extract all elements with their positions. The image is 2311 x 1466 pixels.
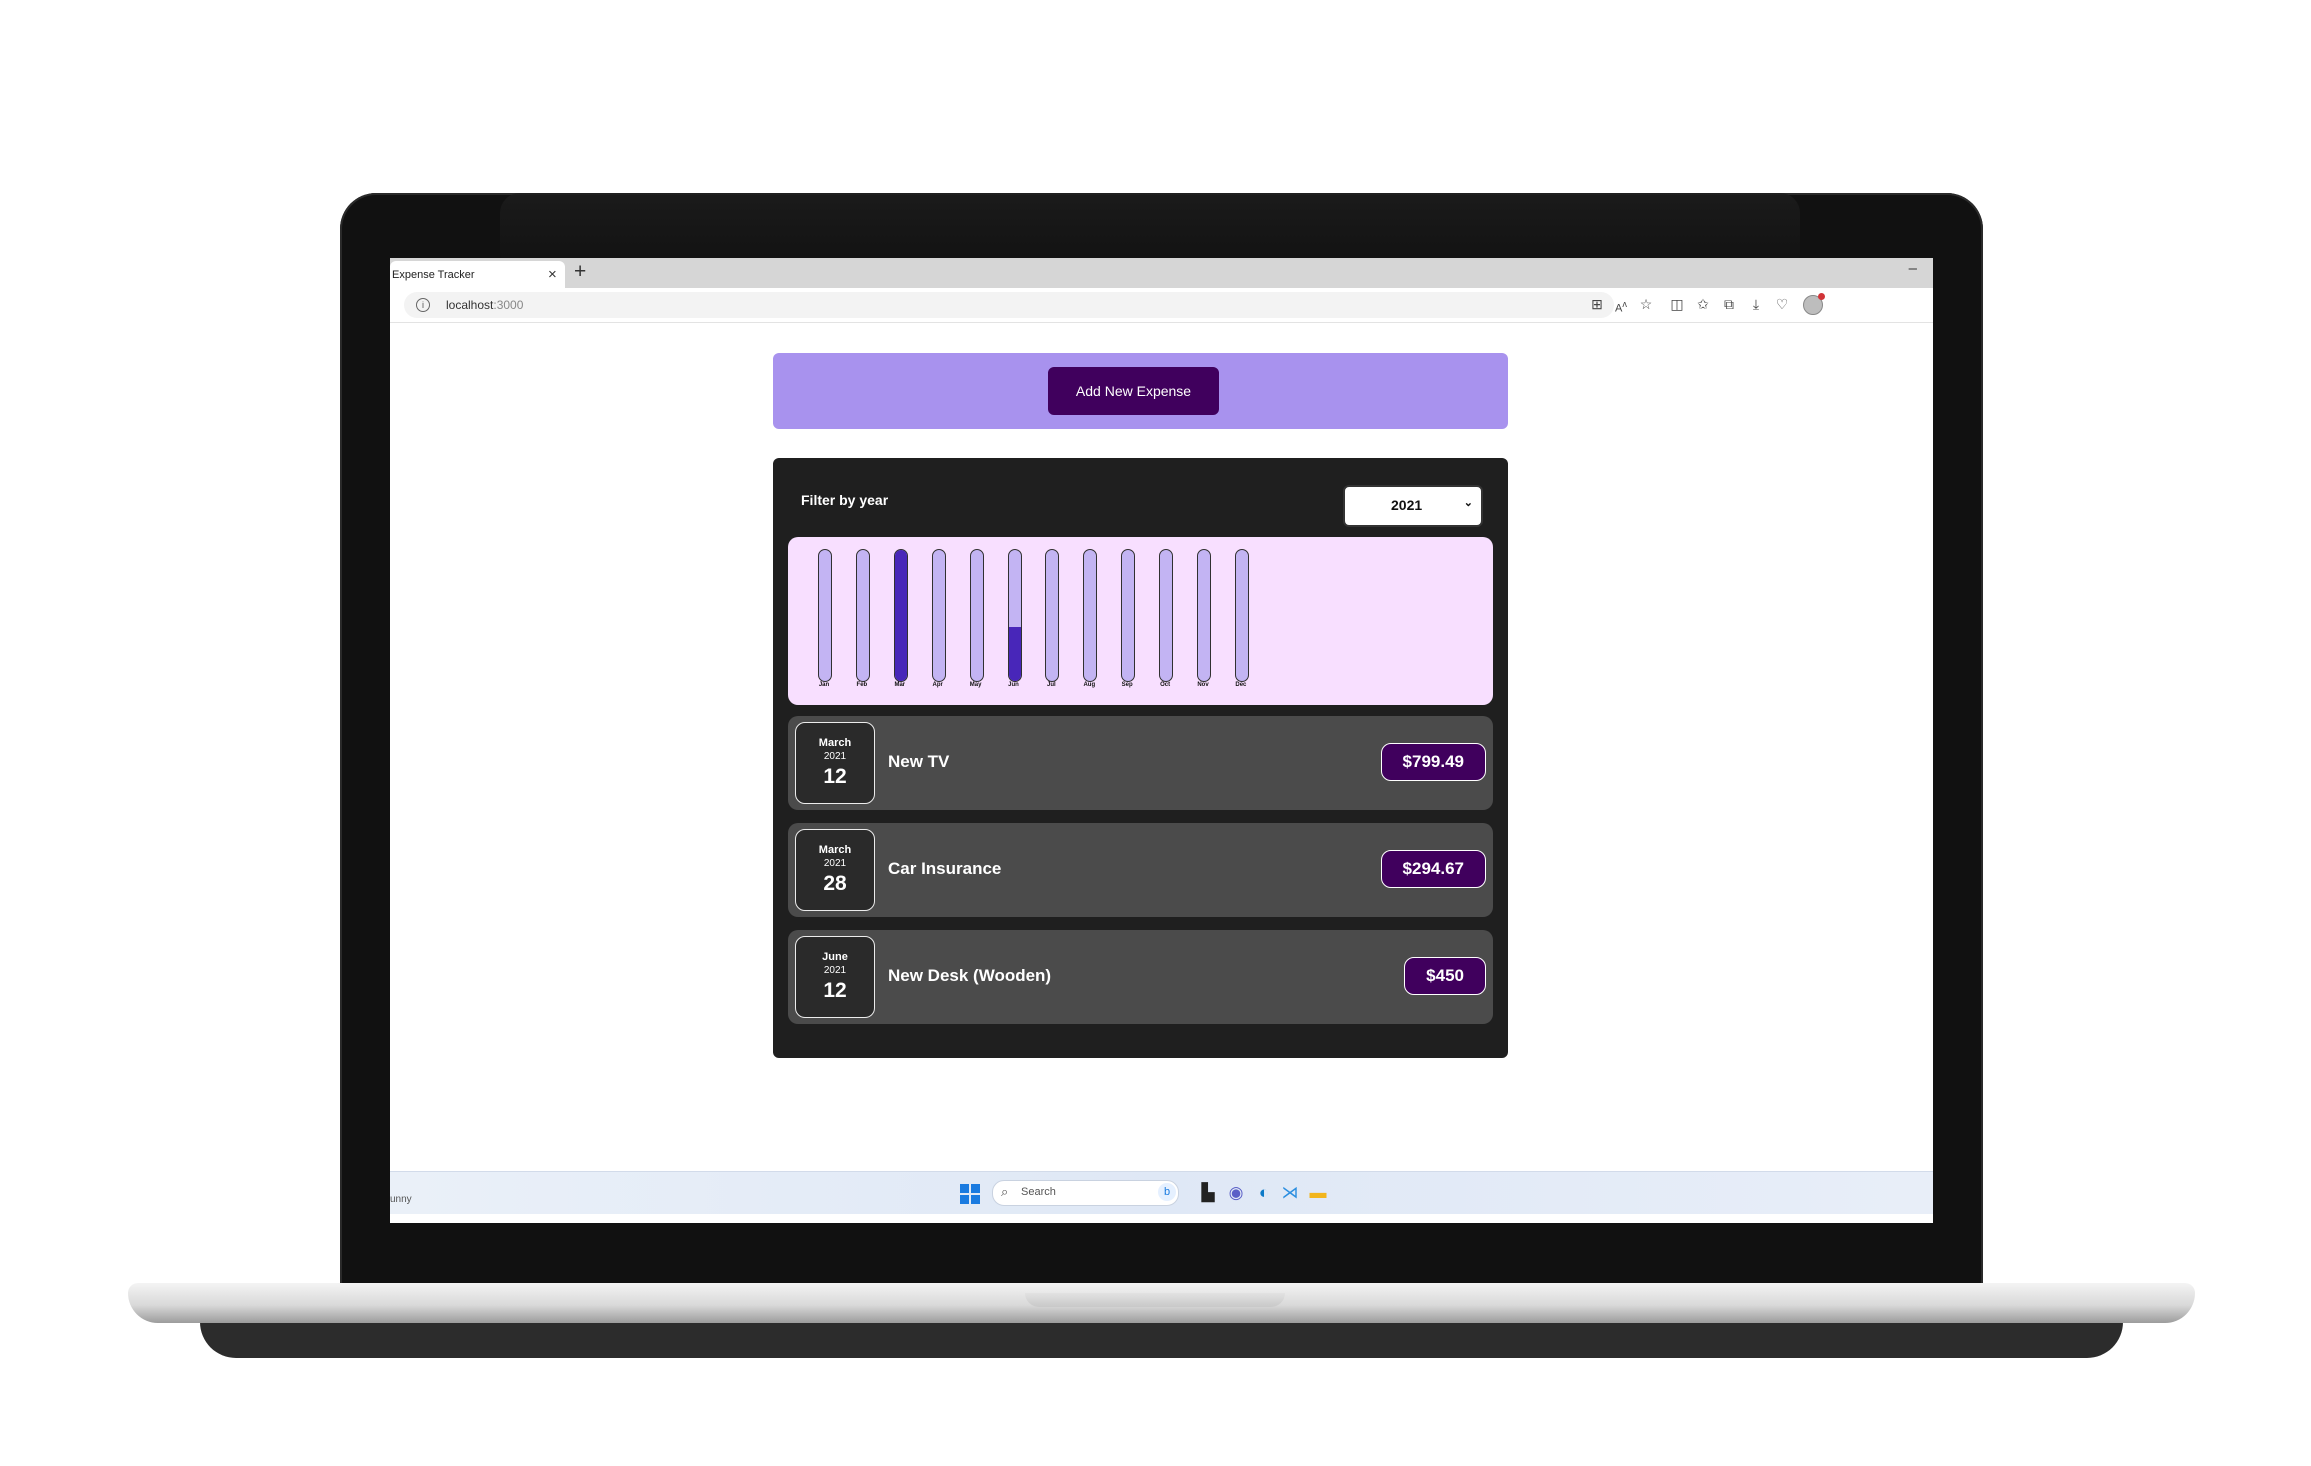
laptop-base-shadow — [200, 1322, 2123, 1358]
edge-browser-icon[interactable]: ◐ — [1252, 1181, 1276, 1205]
url-port: :3000 — [493, 298, 524, 312]
expense-day: 12 — [823, 979, 847, 1002]
expense-month: March — [818, 737, 852, 749]
weather-text: unny — [390, 1194, 412, 1205]
chart-bar-label: Feb — [856, 682, 868, 688]
split-screen-icon[interactable]: ◫ — [1668, 295, 1686, 313]
chart-bar-label: Nov — [1197, 682, 1209, 688]
search-icon: ⌕ — [1001, 1184, 1009, 1199]
chart-bar-track — [931, 549, 946, 682]
windows-start-icon[interactable] — [960, 1184, 980, 1204]
chart-bar-track — [1121, 549, 1136, 682]
address-bar: i localhost:3000 ⊞ Aʌ ☆ ◫ ✩ ⧉ ⤓ ♡ — [390, 288, 1933, 323]
minimize-icon[interactable]: – — [1909, 260, 1917, 277]
chart-bar-label: Jun — [1008, 682, 1019, 688]
expense-date: March 2021 28 — [795, 829, 875, 911]
add-new-expense-button[interactable]: Add New Expense — [1048, 367, 1219, 415]
chart-bar-label: Aug — [1083, 682, 1096, 688]
favorites-icon[interactable]: ✩ — [1694, 295, 1712, 313]
expense-item[interactable]: March 2021 28 Car Insurance $294.67 — [788, 823, 1493, 917]
chart-bar-label: Mar — [894, 682, 906, 688]
expense-year: 2021 — [823, 751, 847, 762]
chart-bar-track — [855, 549, 870, 682]
selected-year: 2021 — [1391, 497, 1423, 513]
chart-bar-track — [1197, 549, 1211, 682]
expenses-chart: Jan Feb Mar Apr May Jun Jul Aug Sep Oct Nov Dec — [788, 537, 1493, 705]
screen: Expense Tracker × + – i localhost:3000 ⊞… — [390, 258, 1933, 1223]
browser-tab[interactable]: Expense Tracker × — [390, 261, 565, 288]
expense-price: $799.49 — [1380, 743, 1486, 781]
chart-bar-label: Jan — [818, 682, 830, 688]
expense-price: $294.67 — [1380, 850, 1486, 888]
notification-dot — [1818, 293, 1825, 300]
chart-bar-track — [1007, 549, 1022, 682]
chart-bar-track — [1159, 549, 1174, 682]
profile-icon[interactable] — [1803, 293, 1825, 315]
expense-year: 2021 — [823, 858, 847, 869]
extensions-icon[interactable]: ♡ — [1773, 295, 1791, 313]
collections-icon[interactable]: ⧉ — [1720, 295, 1738, 313]
url-field[interactable]: i localhost:3000 — [404, 292, 1614, 318]
chart-bar-track — [969, 549, 984, 682]
task-view-icon[interactable]: ▙ — [1196, 1181, 1220, 1205]
expense-month: March — [818, 844, 852, 856]
chart-bar-track — [1045, 549, 1060, 682]
expense-day: 12 — [823, 765, 847, 788]
expense-item[interactable]: June 2021 12 New Desk (Wooden) $450 — [788, 930, 1493, 1024]
close-tab-icon[interactable]: × — [548, 266, 557, 283]
expense-day: 28 — [823, 872, 847, 895]
chart-bar-track — [818, 549, 832, 682]
filter-label: Filter by year — [801, 492, 889, 508]
chart-bar-label: Oct — [1160, 682, 1171, 688]
expense-date: March 2021 12 — [795, 722, 875, 804]
expenses-panel: Filter by year 2021 ⌄ Jan Feb Mar Apr May Jun… — [773, 458, 1508, 1058]
chart-bar-label: Sep — [1121, 682, 1133, 688]
expense-date: June 2021 12 — [795, 936, 875, 1018]
expense-month: June — [822, 951, 848, 963]
apps-icon[interactable]: ⊞ — [1588, 295, 1606, 313]
file-explorer-icon[interactable]: ▬ — [1306, 1181, 1330, 1205]
chart-bar-track — [893, 549, 908, 682]
chat-icon[interactable]: ◉ — [1224, 1181, 1248, 1205]
new-expense-panel: Add New Expense — [773, 353, 1508, 429]
chart-bar-track — [1083, 549, 1098, 682]
browser-tab-bar: Expense Tracker × + – — [390, 258, 1933, 288]
search-placeholder: Search — [1021, 1186, 1056, 1198]
downloads-icon[interactable]: ⤓ — [1747, 295, 1765, 313]
year-select[interactable]: 2021 ⌄ — [1343, 485, 1483, 527]
chart-bar-fill — [894, 550, 907, 681]
chart-bar-label: Dec — [1235, 682, 1247, 688]
chart-bar-label: Apr — [932, 682, 943, 688]
expense-year: 2021 — [823, 965, 847, 976]
chart-bar-label: May — [969, 682, 982, 688]
bing-icon[interactable]: b — [1158, 1183, 1176, 1201]
taskbar-search[interactable]: ⌕ Search b — [992, 1180, 1179, 1206]
chart-bar-track — [1234, 549, 1249, 682]
tab-title: Expense Tracker — [392, 269, 475, 281]
favorite-star-icon[interactable]: ☆ — [1637, 295, 1655, 313]
chart-bar-fill — [1008, 627, 1021, 681]
expense-title: New TV — [888, 752, 950, 771]
taskbar: unny ⌕ Search b ▙ ◉ ◐ ⋊ ▬ — [390, 1171, 1933, 1214]
url-host: localhost — [446, 298, 494, 312]
expense-price: $450 — [1404, 957, 1486, 995]
read-aloud-icon[interactable]: Aʌ — [1612, 295, 1630, 315]
site-info-icon[interactable]: i — [416, 298, 430, 312]
chevron-down-icon: ⌄ — [1463, 497, 1473, 509]
chart-bar-label: Jul — [1047, 682, 1056, 688]
new-tab-icon[interactable]: + — [574, 260, 586, 284]
expense-item[interactable]: March 2021 12 New TV $799.49 — [788, 716, 1493, 810]
vscode-icon[interactable]: ⋊ — [1278, 1181, 1302, 1205]
url-text: localhost:3000 — [446, 298, 523, 312]
laptop-notch — [1025, 1293, 1285, 1307]
expense-title: New Desk (Wooden) — [888, 966, 1052, 985]
expense-title: Car Insurance — [888, 859, 1002, 878]
